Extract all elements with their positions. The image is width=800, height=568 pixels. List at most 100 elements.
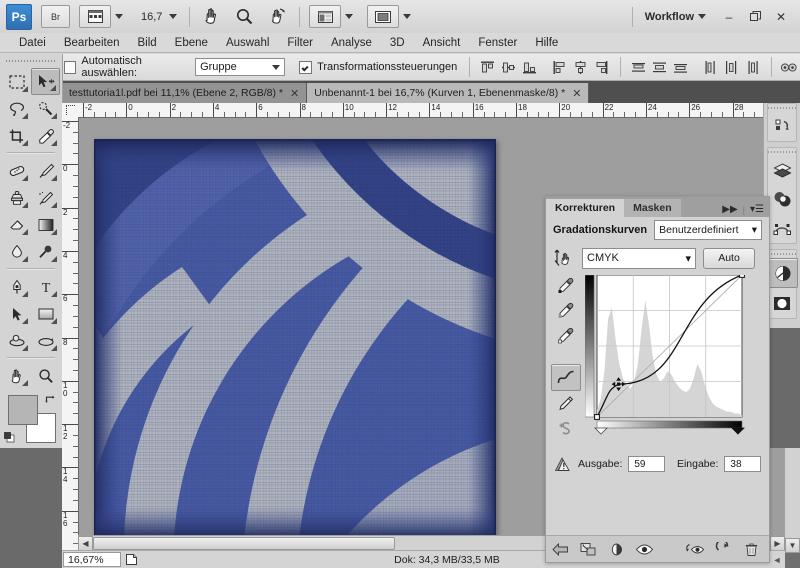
sidebar-tool-eraser[interactable] bbox=[2, 211, 31, 238]
dock-button-masks[interactable] bbox=[768, 289, 796, 317]
menu-item-bearbeiten[interactable]: Bearbeiten bbox=[55, 33, 129, 53]
distribute-left-edges-button[interactable] bbox=[701, 58, 720, 77]
input-field[interactable]: 38 bbox=[724, 456, 761, 472]
menu-item-ebene[interactable]: Ebene bbox=[166, 33, 217, 53]
zoom-level-caret-icon[interactable] bbox=[169, 14, 178, 19]
image-canvas[interactable] bbox=[94, 139, 496, 539]
distribute-vertical-centers-button[interactable] bbox=[650, 58, 669, 77]
gray-point-eyedropper-button[interactable] bbox=[552, 298, 580, 323]
align-vertical-centers-button[interactable] bbox=[499, 58, 518, 77]
zoom-percentage-field[interactable]: 16,67% bbox=[63, 552, 121, 567]
sidebar-tool-eyedropper[interactable] bbox=[31, 122, 60, 149]
curve-control-point[interactable] bbox=[739, 272, 745, 278]
menu-item-hilfe[interactable]: Hilfe bbox=[526, 33, 567, 53]
sidebar-tool-dodge[interactable] bbox=[31, 238, 60, 265]
align-right-edges-button[interactable] bbox=[592, 58, 611, 77]
gamut-warning-icon[interactable] bbox=[554, 456, 572, 472]
auto-select-scope-dropdown[interactable]: Gruppe bbox=[195, 58, 286, 76]
distribute-top-edges-button[interactable] bbox=[629, 58, 648, 77]
swap-colors-icon[interactable] bbox=[44, 393, 56, 408]
workspace-caret-icon[interactable] bbox=[698, 14, 706, 19]
sidebar-tool-shape[interactable] bbox=[31, 300, 60, 327]
rotate-view-tool-button[interactable] bbox=[268, 7, 287, 26]
sidebar-tool-3d-rotate[interactable] bbox=[2, 327, 31, 354]
auto-select-checkbox[interactable] bbox=[64, 60, 77, 74]
sidebar-tool-move[interactable] bbox=[31, 68, 60, 95]
clip-to-layer-button[interactable] bbox=[574, 538, 602, 560]
white-point-eyedropper-button[interactable] bbox=[552, 323, 580, 348]
zoom-tool-button[interactable] bbox=[235, 7, 254, 26]
sidebar-tool-clone-stamp[interactable] bbox=[2, 184, 31, 211]
menu-item-fenster[interactable]: Fenster bbox=[469, 33, 526, 53]
arrange-documents-button[interactable] bbox=[309, 5, 342, 28]
horizontal-scroll-thumb[interactable] bbox=[93, 537, 395, 550]
view-previous-state-button[interactable] bbox=[681, 538, 709, 560]
sidebar-tool-magic-wand[interactable] bbox=[31, 95, 60, 122]
menu-item-3d[interactable]: 3D bbox=[381, 33, 414, 53]
distribute-bottom-edges-button[interactable] bbox=[671, 58, 690, 77]
curve-edit-points-button[interactable] bbox=[550, 364, 581, 391]
minimize-button[interactable]: – bbox=[716, 6, 742, 28]
mini-bridge-caret-icon[interactable] bbox=[115, 14, 123, 19]
document-tab-unbenannt-1[interactable]: Unbenannt-1 bei 16,7% (Kurven 1, Ebenenm… bbox=[307, 83, 590, 103]
dock-group-grip[interactable] bbox=[768, 148, 796, 155]
sidebar-tool-path-selection[interactable] bbox=[2, 300, 31, 327]
dock-group-grip[interactable] bbox=[768, 250, 796, 257]
align-bottom-edges-button[interactable] bbox=[520, 58, 539, 77]
tab-masken[interactable]: Masken bbox=[624, 199, 681, 217]
vertical-ruler[interactable]: -2024681012141618 bbox=[62, 117, 79, 553]
menu-item-auswahl[interactable]: Auswahl bbox=[217, 33, 278, 53]
menu-item-bild[interactable]: Bild bbox=[128, 33, 165, 53]
default-colors-icon[interactable] bbox=[4, 432, 15, 443]
sidebar-tool-lasso[interactable] bbox=[2, 95, 31, 122]
distribute-horizontal-centers-button[interactable] bbox=[722, 58, 741, 77]
menu-item-analyse[interactable]: Analyse bbox=[322, 33, 381, 53]
sidebar-tool-gradient[interactable] bbox=[31, 211, 60, 238]
sidebar-tool-healing-brush[interactable] bbox=[2, 157, 31, 184]
dock-button-color[interactable] bbox=[768, 185, 796, 213]
sidebar-tool-type[interactable]: T bbox=[31, 273, 60, 300]
panel-menu-icon[interactable]: ▾☰ bbox=[750, 204, 764, 215]
screen-mode-button[interactable] bbox=[367, 5, 400, 28]
reset-adjustment-button[interactable] bbox=[709, 538, 737, 560]
sidebar-tool-pen[interactable] bbox=[2, 273, 31, 300]
on-image-adjust-icon[interactable] bbox=[553, 247, 575, 269]
dock-button-adjustments[interactable] bbox=[768, 258, 798, 288]
workspace-switcher[interactable]: Workflow bbox=[645, 11, 706, 23]
arrange-caret-icon[interactable] bbox=[345, 14, 354, 19]
preview-eye-button[interactable] bbox=[630, 538, 658, 560]
dock-button-history[interactable] bbox=[768, 112, 796, 140]
sidebar-tool-3d-orbit[interactable] bbox=[31, 327, 60, 354]
curve-control-point[interactable] bbox=[594, 414, 600, 420]
close-button[interactable]: ✕ bbox=[768, 6, 794, 28]
scroll-down-button[interactable]: ▼ bbox=[785, 538, 800, 553]
align-horizontal-centers-button[interactable] bbox=[571, 58, 590, 77]
sidebar-tool-crop[interactable] bbox=[2, 122, 31, 149]
restore-button[interactable] bbox=[742, 6, 768, 28]
curves-graph[interactable] bbox=[584, 272, 753, 435]
scroll-left-button[interactable]: ◀ bbox=[78, 536, 93, 551]
channel-dropdown[interactable]: CMYK ▾ bbox=[582, 247, 696, 269]
menu-item-ansicht[interactable]: Ansicht bbox=[414, 33, 470, 53]
scroll-right-button[interactable]: ▶ bbox=[770, 536, 785, 551]
align-top-edges-button[interactable] bbox=[478, 58, 497, 77]
return-to-adjustment-list-button[interactable] bbox=[546, 538, 574, 560]
launch-bridge-button[interactable]: Br bbox=[41, 5, 70, 28]
document-thumbnail-button[interactable] bbox=[121, 553, 141, 566]
menu-item-filter[interactable]: Filter bbox=[278, 33, 322, 53]
sidebar-tool-history-brush[interactable] bbox=[31, 184, 60, 211]
align-left-edges-button[interactable] bbox=[550, 58, 569, 77]
transform-controls-checkbox[interactable] bbox=[299, 60, 313, 74]
pencil-draw-curve-button[interactable] bbox=[552, 391, 580, 416]
dock-button-layers[interactable] bbox=[768, 156, 796, 184]
auto-align-layers-button[interactable] bbox=[779, 58, 799, 77]
delete-adjustment-layer-button[interactable] bbox=[737, 538, 765, 560]
distribute-right-edges-button[interactable] bbox=[743, 58, 762, 77]
screen-mode-caret-icon[interactable] bbox=[403, 14, 412, 19]
sidebar-tool-zoom[interactable] bbox=[31, 362, 60, 389]
sidebar-tool-brush[interactable] bbox=[31, 157, 60, 184]
close-icon[interactable]: ✕ bbox=[290, 87, 299, 100]
sidebar-tool-hand[interactable] bbox=[2, 362, 31, 389]
dock-group-grip[interactable] bbox=[768, 104, 796, 111]
hand-tool-button[interactable] bbox=[202, 7, 221, 26]
